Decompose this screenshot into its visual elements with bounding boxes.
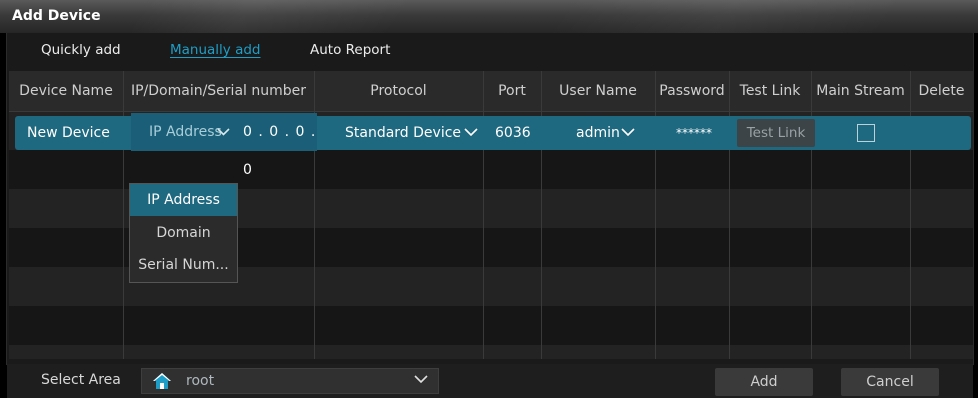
option-serial-number[interactable]: Serial Num... (130, 249, 237, 281)
port-field[interactable]: 6036 (495, 116, 531, 150)
cancel-button[interactable]: Cancel (841, 368, 939, 396)
col-protocol[interactable]: Protocol (314, 71, 483, 111)
ip-address-input[interactable]: 0 . 0 . 0 . 0 (243, 113, 317, 189)
main-stream-checkbox[interactable] (857, 124, 875, 142)
column-divider (910, 71, 911, 359)
col-device-name[interactable]: Device Name (9, 71, 123, 111)
chevron-down-icon[interactable] (621, 116, 635, 150)
tab-auto-report[interactable]: Auto Report (310, 42, 390, 58)
window-title: Add Device (12, 8, 101, 24)
window-titlebar: Add Device (0, 0, 978, 33)
col-main-stream[interactable]: Main Stream (811, 71, 910, 111)
home-icon (152, 372, 172, 394)
address-editor[interactable]: IP Address 0 . 0 . 0 . 0 (131, 113, 317, 178)
tab-bar: Quickly add Manually add Auto Report (7, 33, 973, 69)
column-divider (655, 71, 656, 359)
footer-bar: Select Area root Add Cancel (7, 364, 973, 398)
chevron-down-icon[interactable] (217, 113, 230, 151)
device-name-field[interactable]: New Device (27, 116, 110, 150)
chevron-down-icon[interactable] (464, 116, 478, 150)
col-user-name[interactable]: User Name (541, 71, 655, 111)
col-port[interactable]: Port (483, 71, 541, 111)
select-area-label: Select Area (41, 372, 121, 388)
col-test-link[interactable]: Test Link (729, 71, 811, 111)
column-divider (483, 71, 484, 359)
column-divider (123, 71, 124, 359)
option-ip-address[interactable]: IP Address (130, 184, 237, 216)
option-domain[interactable]: Domain (130, 217, 237, 249)
test-link-button[interactable]: Test Link (737, 119, 815, 147)
column-divider (811, 71, 812, 359)
dialog-body: Quickly add Manually add Auto Report Dev… (6, 33, 974, 398)
col-address[interactable]: IP/Domain/Serial number (123, 71, 314, 111)
protocol-select[interactable]: Standard Device (345, 116, 461, 150)
tab-quickly-add[interactable]: Quickly add (41, 42, 121, 58)
titlebar-gloss (130, 0, 410, 33)
user-name-select[interactable]: admin (576, 116, 620, 150)
titlebar-gloss (550, 0, 900, 33)
tab-manually-add[interactable]: Manually add (170, 42, 261, 58)
chevron-down-icon[interactable] (414, 372, 428, 388)
area-select[interactable]: root (141, 368, 439, 394)
area-value: root (186, 373, 215, 389)
address-type-dropdown: IP Address Domain Serial Num... (129, 183, 238, 283)
table-row (9, 306, 973, 345)
table-header: Device Name IP/Domain/Serial number Prot… (9, 71, 973, 112)
col-delete[interactable]: Delete (910, 71, 973, 111)
table-row (9, 345, 973, 359)
add-button[interactable]: Add (715, 368, 813, 396)
col-password[interactable]: Password (655, 71, 729, 111)
password-field[interactable]: ****** (676, 116, 712, 150)
column-divider (541, 71, 542, 359)
address-type-select[interactable]: IP Address (149, 113, 222, 151)
column-divider (729, 71, 730, 359)
